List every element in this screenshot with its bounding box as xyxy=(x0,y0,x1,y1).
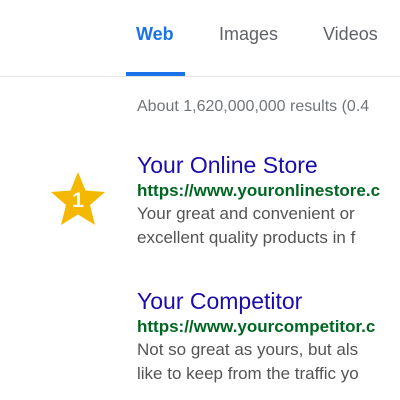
result-snippet-line: excellent quality products in f xyxy=(137,228,356,247)
search-result-1: Your Online Store https://www.youronline… xyxy=(137,151,400,250)
result-snippet-line: like to keep from the traffic yo xyxy=(137,364,359,383)
result-snippet-line: Your great and convenient or xyxy=(137,204,355,223)
search-result-2: Your Competitor https://www.yourcompetit… xyxy=(137,287,400,386)
result-title-link[interactable]: Your Competitor xyxy=(137,287,400,315)
tab-web[interactable]: Web xyxy=(136,24,174,45)
active-tab-indicator xyxy=(126,72,185,76)
search-results-page: Web Images Videos About 1,620,000,000 re… xyxy=(0,0,400,400)
search-tabs: Web Images Videos xyxy=(0,0,400,77)
result-title-link[interactable]: Your Online Store xyxy=(137,151,400,179)
rank-badge: 1 xyxy=(48,170,108,230)
result-url[interactable]: https://www.yourcompetitor.c xyxy=(137,316,400,338)
result-url[interactable]: https://www.youronlinestore.c xyxy=(137,180,400,202)
result-count: About 1,620,000,000 results (0.4 xyxy=(137,98,370,115)
result-snippet-line: Not so great as yours, but als xyxy=(137,340,359,359)
rank-number: 1 xyxy=(72,189,84,212)
tab-videos[interactable]: Videos xyxy=(323,24,378,45)
tab-images[interactable]: Images xyxy=(219,24,278,45)
